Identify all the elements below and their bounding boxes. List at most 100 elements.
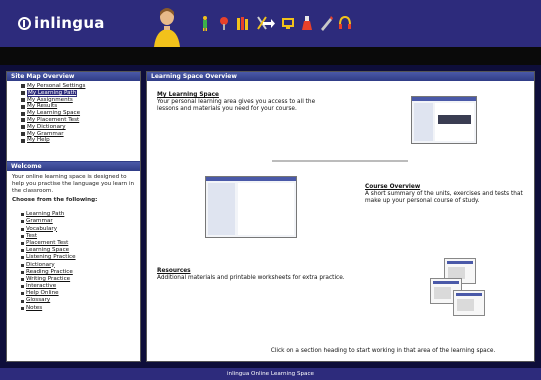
bullet-icon xyxy=(21,256,24,260)
bullet-icon xyxy=(21,220,24,224)
sitemap-item[interactable]: My Help xyxy=(21,137,136,144)
section-link-list: Learning Path Grammar Vocabulary Test Placem… xyxy=(7,209,140,312)
content-panel: Learning Space Overview My Learning Spac… xyxy=(146,71,535,362)
section-link[interactable]: Notes xyxy=(21,305,136,312)
sitemap-item[interactable]: My Learning Path xyxy=(21,89,136,97)
bullet-icon xyxy=(21,270,24,274)
toolbar-group-2 xyxy=(262,13,352,33)
bullet-icon xyxy=(21,299,24,303)
section-link[interactable]: Reading Practice xyxy=(21,269,136,276)
avatar xyxy=(152,4,182,47)
bullet-icon xyxy=(21,242,24,246)
sitemap-item[interactable]: My Grammar xyxy=(21,131,136,138)
menu-bar xyxy=(0,47,541,65)
arrow-icon[interactable] xyxy=(262,15,276,31)
welcome-paragraph: Your online learning space is designed t… xyxy=(12,174,135,194)
section-link[interactable]: Listening Practice xyxy=(21,254,136,261)
section-link[interactable]: Test xyxy=(21,233,136,240)
sitemap-item-label: My Assignments xyxy=(27,96,73,103)
bullet-icon xyxy=(21,227,24,231)
learning-space-text: Your personal learning area gives you ac… xyxy=(157,99,316,112)
bullet-icon xyxy=(21,234,24,238)
worksheet-thumb-3[interactable] xyxy=(453,290,485,316)
sitemap-item[interactable]: My Dictionary xyxy=(21,124,136,131)
section-link[interactable]: Help Online xyxy=(21,290,136,297)
sitemap-item[interactable]: My Personal Settings xyxy=(21,83,136,90)
bullet-icon xyxy=(21,285,24,289)
sitemap-item-label: My Learning Space xyxy=(27,110,81,117)
content-title: Learning Space Overview xyxy=(147,72,534,81)
figure-icon[interactable] xyxy=(198,15,212,31)
learning-space-block: My Learning Space Your personal learning… xyxy=(157,92,329,113)
toolbar-group-1 xyxy=(198,13,269,33)
bullet-icon xyxy=(21,118,25,123)
sitemap-item[interactable]: My Learning Space xyxy=(21,110,136,117)
section-link-label: Grammar xyxy=(26,218,53,225)
bullet-icon xyxy=(21,138,25,143)
section-link-label: Learning Path xyxy=(26,211,65,218)
sitemap-item-label: My Learning Path xyxy=(27,89,78,97)
sitemap-item-label: My Dictionary xyxy=(27,123,66,130)
bottom-instruction: Click on a section heading to start work… xyxy=(270,348,496,354)
section-link[interactable]: Vocabulary xyxy=(21,226,136,233)
books-icon[interactable] xyxy=(236,15,250,31)
pencil-icon[interactable] xyxy=(319,15,333,31)
section-link-label: Help Online xyxy=(26,290,59,297)
sidebar: Site Map Overview My Personal Settings My… xyxy=(6,71,141,362)
section-link[interactable]: Learning Space xyxy=(21,247,136,254)
flask-icon[interactable] xyxy=(300,15,314,31)
section-link-label: Interactive xyxy=(26,283,57,290)
bullet-icon xyxy=(21,91,25,96)
bullet-icon xyxy=(21,111,25,116)
bullet-icon xyxy=(21,306,24,310)
bullet-icon xyxy=(21,84,25,89)
section-link[interactable]: Interactive xyxy=(21,283,136,290)
section-link-label: Vocabulary xyxy=(26,225,58,232)
sitemap-item[interactable]: My Assignments xyxy=(21,97,136,104)
headset-icon[interactable] xyxy=(338,15,352,31)
welcome-header: Welcome xyxy=(7,162,140,171)
sitemap-item-label: My Personal Settings xyxy=(27,83,86,89)
sitemap-tree: My Personal Settings My Learning Path My A… xyxy=(7,81,140,162)
section-link[interactable]: Learning Path xyxy=(21,211,136,218)
welcome-instruction: Choose from the following: xyxy=(12,197,98,204)
section-link-label: Notes xyxy=(26,304,43,311)
course-overview-block: Course Overview A short summary of the u… xyxy=(365,184,531,205)
sitemap-header: Site Map Overview xyxy=(7,72,140,81)
sitemap-item-label: My Results xyxy=(27,103,58,110)
section-link[interactable]: Writing Practice xyxy=(21,276,136,283)
section-link-label: Listening Practice xyxy=(26,254,76,261)
resources-link[interactable]: Resources xyxy=(157,268,362,275)
section-link[interactable]: Grammar xyxy=(21,218,136,225)
bullet-icon xyxy=(21,104,25,109)
learning-space-screenshot[interactable] xyxy=(411,96,477,144)
inlingua-logo[interactable]: inlingua xyxy=(18,14,105,32)
course-overview-link[interactable]: Course Overview xyxy=(365,184,531,191)
bullet-icon xyxy=(21,97,25,102)
connector-line xyxy=(272,160,408,162)
course-overview-text: A short summary of the units, exercises … xyxy=(365,191,523,204)
sitemap-item[interactable]: My Results xyxy=(21,103,136,110)
bullet-icon xyxy=(21,213,24,217)
course-overview-screenshot[interactable] xyxy=(205,176,297,238)
bullet-icon xyxy=(21,131,25,136)
bullet-icon xyxy=(21,292,24,296)
sitemap-item-label: My Grammar xyxy=(27,130,64,137)
welcome-text: Your online learning space is designed t… xyxy=(7,171,140,209)
sitemap-item-label: My Help xyxy=(27,137,50,144)
sitemap-item[interactable]: My Placement Test xyxy=(21,117,136,124)
section-link-label: Glossary xyxy=(26,297,51,304)
logo-text: inlingua xyxy=(34,14,105,32)
section-link-label: Dictionary xyxy=(26,261,55,268)
screen-icon[interactable] xyxy=(281,15,295,31)
section-link[interactable]: Placement Test xyxy=(21,240,136,247)
main-frame: Site Map Overview My Personal Settings My… xyxy=(0,65,541,368)
learning-space-link[interactable]: My Learning Space xyxy=(157,92,329,99)
bullet-icon xyxy=(21,125,25,130)
resources-text: Additional materials and printable works… xyxy=(157,275,345,281)
section-link-label: Learning Space xyxy=(26,247,70,254)
pin-icon[interactable] xyxy=(217,15,231,31)
section-link-label: Reading Practice xyxy=(26,268,73,275)
section-link[interactable]: Dictionary xyxy=(21,262,136,269)
section-link[interactable]: Glossary xyxy=(21,297,136,304)
